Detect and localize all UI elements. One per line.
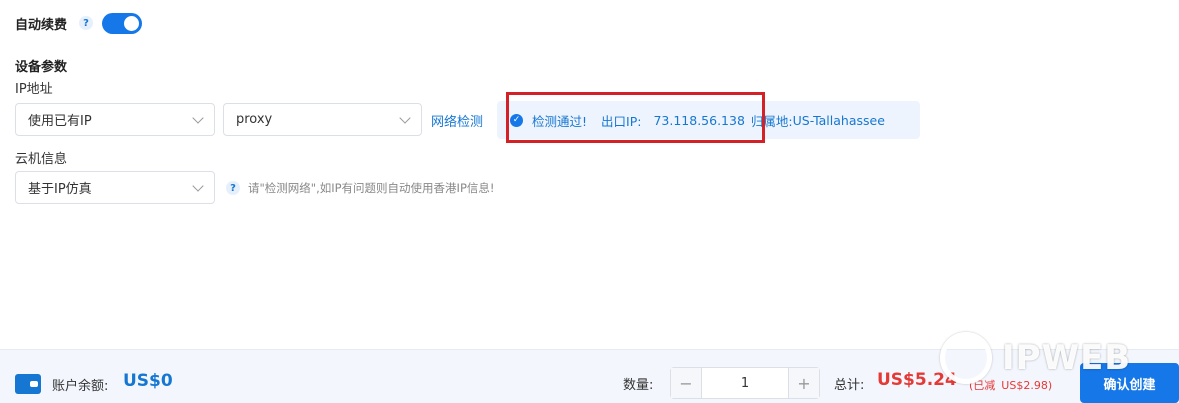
discount-note: (已减 US$2.98) xyxy=(969,377,1052,393)
quantity-label: 数量: xyxy=(623,378,654,393)
order-footer: 账户余额: US$0 数量: − 1 + 总计: US$5.24 (已减 US$2… xyxy=(0,349,1179,403)
region-value: US-Tallahassee xyxy=(792,112,885,128)
quantity-stepper: − 1 + xyxy=(670,367,820,399)
discount-label: (已减 xyxy=(969,379,996,392)
question-circle-icon[interactable]: ? xyxy=(79,16,94,30)
hint-text: 请"检测网络",如IP有问题则自动使用香港IP信息! xyxy=(248,181,495,195)
quantity-input[interactable]: 1 xyxy=(702,368,788,398)
ip-mode-select[interactable]: 使用已有IP xyxy=(15,103,215,136)
proxy-select[interactable]: proxy xyxy=(223,103,422,136)
cloud-info-label: 云机信息 xyxy=(15,152,68,167)
cloud-info-hint: ? 请"检测网络",如IP有问题则自动使用香港IP信息! xyxy=(226,180,495,196)
auto-renew-label: 自动续费 xyxy=(15,17,68,33)
highlight-box xyxy=(506,92,765,143)
question-circle-icon[interactable]: ? xyxy=(226,181,240,195)
chevron-down-icon xyxy=(192,180,204,192)
auto-renew-toggle[interactable] xyxy=(102,12,143,34)
total-label: 总计: xyxy=(834,378,865,393)
discount-value: US$2.98) xyxy=(1001,379,1053,392)
proxy-value: proxy xyxy=(236,112,273,127)
total-price: US$5.24 xyxy=(877,370,957,390)
confirm-create-button[interactable]: 确认创建 xyxy=(1080,363,1179,403)
balance-label: 账户余额: xyxy=(52,379,109,394)
create-device-page: 自动续费 ? 设备参数 IP地址 使用已有IP proxy 网络检测 ✓ 检测通… xyxy=(0,0,1179,403)
device-params-title: 设备参数 xyxy=(15,60,68,75)
decrement-button[interactable]: − xyxy=(671,368,702,398)
increment-button[interactable]: + xyxy=(788,368,819,398)
toggle-knob xyxy=(124,15,140,31)
chevron-down-icon xyxy=(192,112,204,124)
ip-mode-value: 使用已有IP xyxy=(28,114,92,129)
auto-renew-row: 自动续费 ? xyxy=(15,12,143,34)
cloud-info-value: 基于IP仿真 xyxy=(28,182,92,197)
network-check-link[interactable]: 网络检测 xyxy=(431,111,483,130)
ip-address-label: IP地址 xyxy=(15,82,53,97)
chevron-down-icon xyxy=(399,112,411,124)
cloud-info-select[interactable]: 基于IP仿真 xyxy=(15,171,215,204)
balance-value: US$0 xyxy=(123,371,173,391)
wallet-icon xyxy=(15,374,41,394)
